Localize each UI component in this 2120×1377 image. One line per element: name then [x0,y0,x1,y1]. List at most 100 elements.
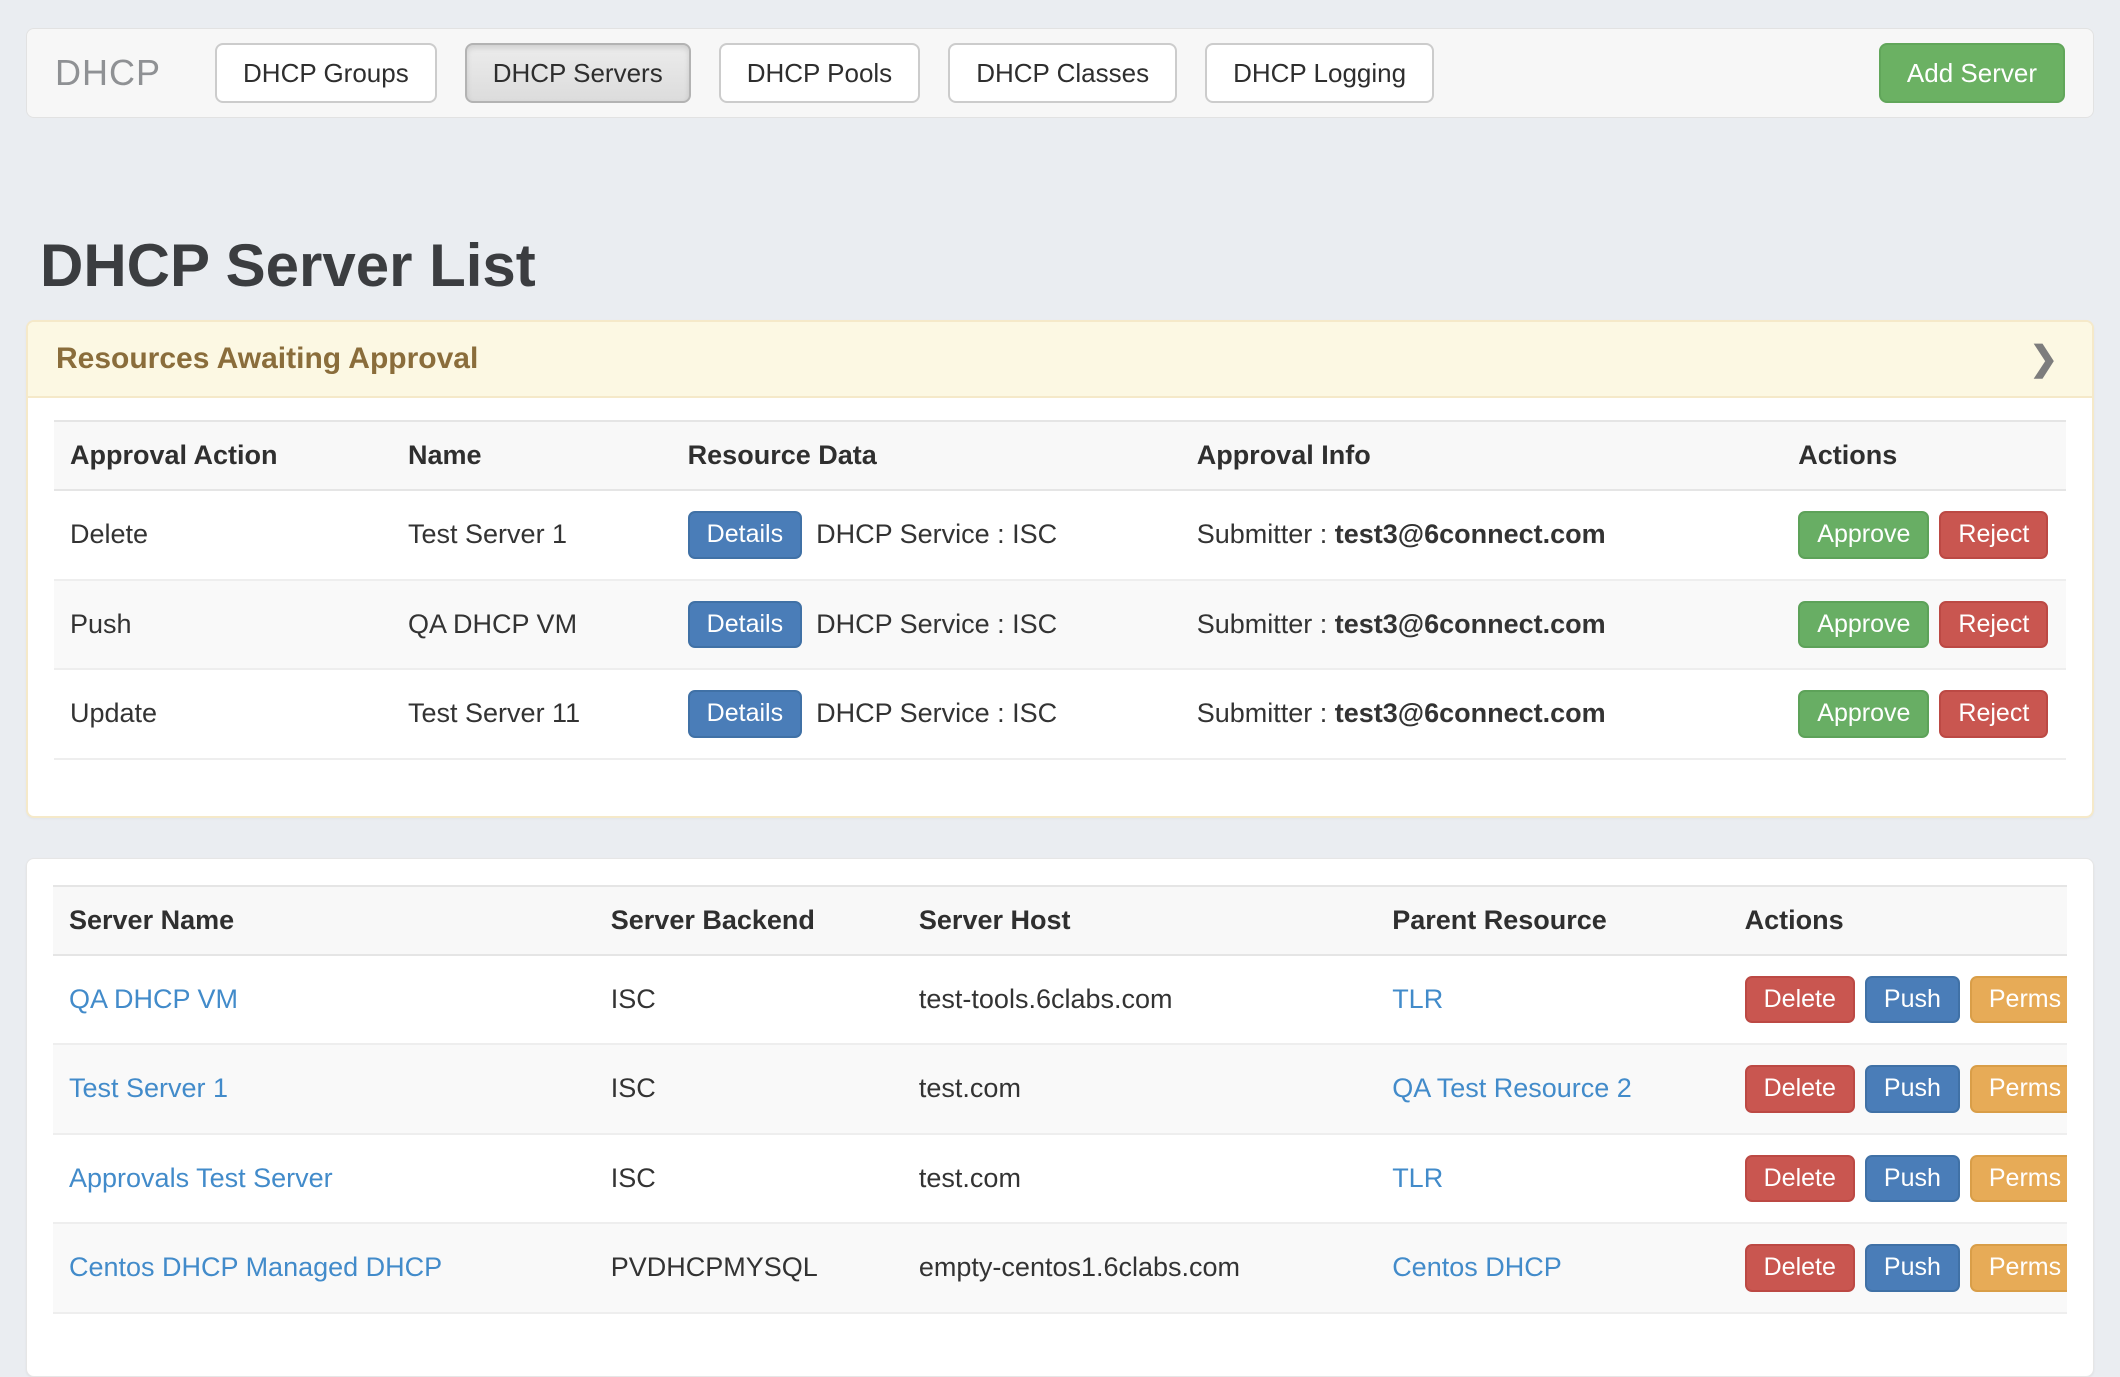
approval-row: Delete Test Server 1 Details DHCP Servic… [54,490,2066,580]
parent-resource-link[interactable]: Centos DHCP [1392,1252,1562,1282]
cell-server-name: QA DHCP VM [53,955,595,1045]
page-title: DHCP Server List [40,236,2094,296]
cell-server-name: Approvals Test Server [53,1134,595,1224]
delete-button[interactable]: Delete [1745,976,1855,1024]
server-name-link[interactable]: Approvals Test Server [69,1163,333,1193]
server-row: Centos DHCP Managed DHCP PVDHCPMYSQL emp… [53,1223,2067,1313]
approvals-table: Approval Action Name Resource Data Appro… [54,420,2066,760]
cell-parent-resource: QA Test Resource 2 [1376,1044,1728,1134]
perms-button[interactable]: Perms [1970,1244,2067,1292]
approvals-panel-title: Resources Awaiting Approval [56,342,478,376]
parent-resource-link[interactable]: TLR [1392,1163,1443,1193]
cell-approval-info: Submitter : test3@6connect.com [1181,580,1783,670]
cell-actions: Delete Push Perms [1729,955,2067,1045]
delete-button[interactable]: Delete [1745,1244,1855,1292]
push-button[interactable]: Push [1865,1244,1960,1292]
server-row: Test Server 1 ISC test.com QA Test Resou… [53,1044,2067,1134]
parent-resource-link[interactable]: QA Test Resource 2 [1392,1073,1632,1103]
col-server-backend: Server Backend [595,886,903,955]
tab-dhcp-servers[interactable]: DHCP Servers [465,43,691,104]
cell-name: Test Server 11 [392,669,672,759]
cell-parent-resource: TLR [1376,1134,1728,1224]
cell-server-host: test-tools.6clabs.com [903,955,1376,1045]
push-button[interactable]: Push [1865,976,1960,1024]
col-resource-data: Resource Data [672,421,1181,490]
cell-parent-resource: TLR [1376,955,1728,1045]
resource-data-text: DHCP Service : ISC [816,609,1057,640]
server-name-link[interactable]: Test Server 1 [69,1073,228,1103]
perms-button[interactable]: Perms [1970,976,2067,1024]
server-table: Server Name Server Backend Server Host P… [53,885,2067,1314]
cell-actions: Delete Push Perms [1729,1044,2067,1134]
cell-resource-data: Details DHCP Service : ISC [672,490,1181,580]
submitter-label: Submitter : [1197,609,1328,639]
approve-button[interactable]: Approve [1798,690,1929,738]
cell-server-backend: PVDHCPMYSQL [595,1223,903,1313]
cell-server-backend: ISC [595,955,903,1045]
submitter-email: test3@6connect.com [1335,698,1606,728]
details-button[interactable]: Details [688,511,802,559]
perms-button[interactable]: Perms [1970,1155,2067,1203]
tab-dhcp-classes[interactable]: DHCP Classes [948,43,1177,104]
approve-button[interactable]: Approve [1798,601,1929,649]
details-button[interactable]: Details [688,690,802,738]
server-list-card: Server Name Server Backend Server Host P… [26,858,2094,1377]
cell-name: QA DHCP VM [392,580,672,670]
chevron-right-icon[interactable]: ❯ [2030,342,2059,376]
cell-actions: Approve Reject [1782,490,2066,580]
tab-dhcp-logging[interactable]: DHCP Logging [1205,43,1434,104]
cell-server-host: test.com [903,1044,1376,1134]
server-name-link[interactable]: Centos DHCP Managed DHCP [69,1252,442,1282]
submitter-email: test3@6connect.com [1335,519,1606,549]
server-name-link[interactable]: QA DHCP VM [69,984,238,1014]
cell-server-name: Test Server 1 [53,1044,595,1134]
reject-button[interactable]: Reject [1939,601,2048,649]
approval-row: Push QA DHCP VM Details DHCP Service : I… [54,580,2066,670]
perms-button[interactable]: Perms [1970,1065,2067,1113]
col-server-host: Server Host [903,886,1376,955]
cell-server-backend: ISC [595,1134,903,1224]
parent-resource-link[interactable]: TLR [1392,984,1443,1014]
reject-button[interactable]: Reject [1939,511,2048,559]
approval-row: Update Test Server 11 Details DHCP Servi… [54,669,2066,759]
resource-data-text: DHCP Service : ISC [816,698,1057,729]
approvals-panel-body: Approval Action Name Resource Data Appro… [28,398,2092,816]
col-approval-action: Approval Action [54,421,392,490]
server-row: QA DHCP VM ISC test-tools.6clabs.com TLR… [53,955,2067,1045]
submitter-label: Submitter : [1197,698,1328,728]
tab-dhcp-pools[interactable]: DHCP Pools [719,43,920,104]
reject-button[interactable]: Reject [1939,690,2048,738]
delete-button[interactable]: Delete [1745,1065,1855,1113]
cell-server-name: Centos DHCP Managed DHCP [53,1223,595,1313]
cell-parent-resource: Centos DHCP [1376,1223,1728,1313]
col-parent-resource: Parent Resource [1376,886,1728,955]
col-server-name: Server Name [53,886,595,955]
cell-actions: Delete Push Perms [1729,1223,2067,1313]
dhcp-toolbar: DHCP DHCP Groups DHCP Servers DHCP Pools… [26,28,2094,118]
cell-resource-data: Details DHCP Service : ISC [672,580,1181,670]
cell-actions: Approve Reject [1782,580,2066,670]
cell-resource-data: Details DHCP Service : ISC [672,669,1181,759]
col-approval-info: Approval Info [1181,421,1783,490]
tab-dhcp-groups[interactable]: DHCP Groups [215,43,437,104]
add-server-button[interactable]: Add Server [1879,43,2065,104]
delete-button[interactable]: Delete [1745,1155,1855,1203]
cell-name: Test Server 1 [392,490,672,580]
push-button[interactable]: Push [1865,1155,1960,1203]
approve-button[interactable]: Approve [1798,511,1929,559]
col-name: Name [392,421,672,490]
push-button[interactable]: Push [1865,1065,1960,1113]
cell-approval-info: Submitter : test3@6connect.com [1181,490,1783,580]
cell-server-host: empty-centos1.6clabs.com [903,1223,1376,1313]
cell-actions: Approve Reject [1782,669,2066,759]
submitter-label: Submitter : [1197,519,1328,549]
approvals-panel-header[interactable]: Resources Awaiting Approval ❯ [28,322,2092,398]
server-row: Approvals Test Server ISC test.com TLR D… [53,1134,2067,1224]
cell-approval-info: Submitter : test3@6connect.com [1181,669,1783,759]
details-button[interactable]: Details [688,601,802,649]
cell-actions: Delete Push Perms [1729,1134,2067,1224]
cell-approval-action: Push [54,580,392,670]
section-label: DHCP [55,52,161,94]
cell-server-backend: ISC [595,1044,903,1134]
col-actions: Actions [1729,886,2067,955]
